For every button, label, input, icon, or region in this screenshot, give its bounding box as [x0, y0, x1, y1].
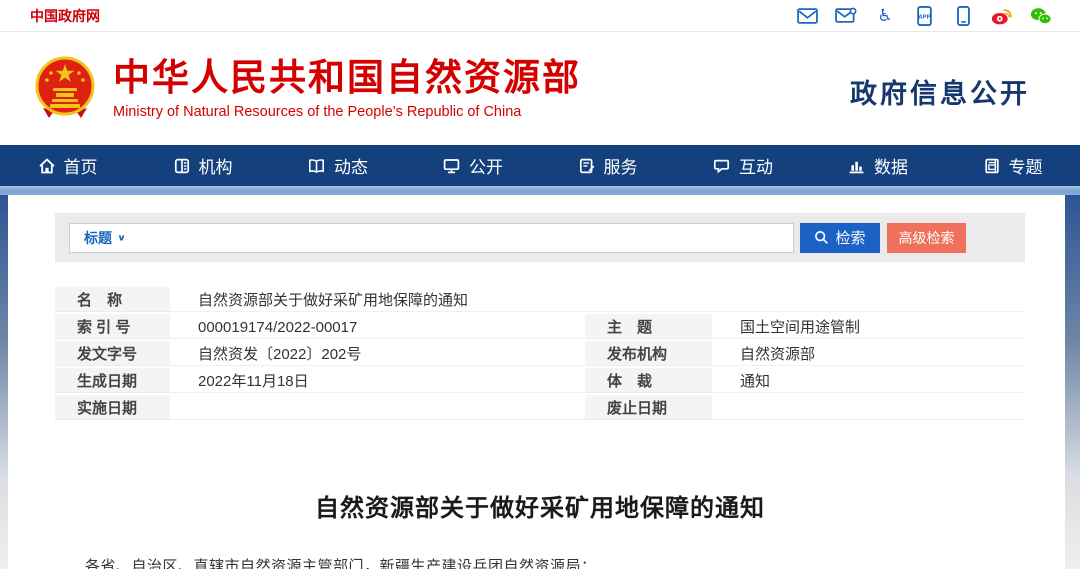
meta-value-created-date: 2022年11月18日 [170, 368, 585, 393]
topbar-icons: ♿ APP [796, 6, 1052, 26]
app-icon[interactable]: APP [913, 6, 935, 26]
nav-item-organization[interactable]: 机构 [135, 145, 270, 186]
meta-value-index: 000019174/2022-00017 [170, 314, 585, 339]
national-emblem-icon [33, 56, 97, 122]
meta-label-subject: 主 题 [585, 314, 712, 339]
nav-label: 公开 [469, 153, 503, 178]
nav-item-home[interactable]: 首页 [0, 145, 135, 186]
mail-subscribe-icon[interactable] [835, 6, 857, 26]
nav-label: 数据 [874, 153, 908, 178]
nav-bottom-strip [0, 186, 1080, 195]
china-gov-link[interactable]: 中国政府网 [30, 6, 100, 26]
svg-text:APP: APP [918, 14, 930, 20]
article-title: 自然资源部关于做好采矿用地保障的通知 [55, 488, 1025, 523]
search-button-label: 检索 [835, 227, 865, 248]
advanced-search-button[interactable]: 高级检索 [887, 223, 966, 253]
search-box: 标题 ∨ [69, 223, 794, 253]
primary-nav: 首页 机构 动态 公开 服务 互动 数据 专题 [0, 145, 1080, 186]
site-subtitle: Ministry of Natural Resources of the Peo… [113, 104, 581, 120]
mobile-icon[interactable] [952, 6, 974, 26]
meta-label-docnumber: 发文字号 [55, 341, 170, 366]
table-row: 索 引 号 000019174/2022-00017 主 题 国土空间用途管制 [55, 314, 1025, 341]
top-utility-bar: 中国政府网 ♿ APP [0, 0, 1080, 32]
meta-value-issuer: 自然资源部 [712, 341, 1025, 366]
nav-label: 首页 [64, 153, 98, 178]
site-title: 中华人民共和国自然资源部 [113, 57, 581, 100]
nav-label: 互动 [739, 153, 773, 178]
advanced-search-label: 高级检索 [899, 228, 955, 248]
home-icon [38, 157, 56, 175]
table-row: 发文字号 自然资发〔2022〕202号 发布机构 自然资源部 [55, 341, 1025, 368]
news-icon [307, 157, 326, 175]
weibo-icon[interactable] [991, 6, 1013, 26]
nav-label: 服务 [604, 153, 638, 178]
nav-item-disclosure[interactable]: 公开 [405, 145, 540, 186]
meta-value-docnumber: 自然资发〔2022〕202号 [170, 341, 585, 366]
meta-label-created-date: 生成日期 [55, 368, 170, 393]
nav-label: 机构 [199, 153, 233, 178]
table-row: 生成日期 2022年11月18日 体 裁 通知 [55, 368, 1025, 395]
meta-label-effective-date: 实施日期 [55, 395, 170, 420]
nav-item-news[interactable]: 动态 [270, 145, 405, 186]
gov-info-disclosure-title: 政府信息公开 [850, 72, 1030, 111]
search-field-dropdown[interactable]: 标题 ∨ [70, 228, 136, 248]
search-panel: 标题 ∨ 检索 高级检索 [55, 213, 1025, 262]
nav-item-data[interactable]: 数据 [810, 145, 945, 186]
service-icon [578, 157, 596, 175]
search-button[interactable]: 检索 [800, 223, 880, 253]
meta-value-genre: 通知 [712, 368, 1025, 393]
table-row: 名 称 自然资源部关于做好采矿用地保障的通知 [55, 287, 1025, 314]
topics-icon [983, 157, 1001, 175]
mail-icon[interactable] [796, 6, 818, 26]
search-icon [814, 230, 829, 245]
chevron-down-icon: ∨ [117, 232, 126, 242]
accessibility-icon[interactable]: ♿ [874, 6, 896, 26]
nav-item-service[interactable]: 服务 [540, 145, 675, 186]
nav-label: 动态 [334, 153, 368, 178]
search-input[interactable] [136, 225, 793, 251]
interaction-icon [712, 157, 731, 175]
nav-item-interaction[interactable]: 互动 [675, 145, 810, 186]
brand: 中华人民共和国自然资源部 Ministry of Natural Resourc… [33, 56, 581, 122]
nav-item-topics[interactable]: 专题 [945, 145, 1080, 186]
meta-value-effective-date [170, 395, 585, 420]
meta-label-repeal-date: 废止日期 [585, 395, 712, 420]
data-icon [847, 157, 866, 175]
meta-value-repeal-date [712, 395, 1025, 420]
page: 中国政府网 ♿ APP [0, 0, 1080, 569]
organization-icon [173, 157, 191, 175]
brand-text: 中华人民共和国自然资源部 Ministry of Natural Resourc… [113, 57, 581, 120]
meta-label-issuer: 发布机构 [585, 341, 712, 366]
meta-label-name: 名 称 [55, 287, 170, 312]
meta-label-genre: 体 裁 [585, 368, 712, 393]
article-first-line: 各省、自治区、直辖市自然资源主管部门，新疆生产建设兵团自然资源局： [55, 555, 1025, 569]
search-field-label: 标题 [84, 228, 112, 248]
page-background: 标题 ∨ 检索 高级检索 名 称 自然资源部关于做好采矿用地保障的通知 [0, 195, 1080, 569]
doc-meta-table: 名 称 自然资源部关于做好采矿用地保障的通知 索 引 号 000019174/2… [55, 287, 1025, 422]
meta-value-subject: 国土空间用途管制 [712, 314, 1025, 339]
meta-value-name: 自然资源部关于做好采矿用地保障的通知 [170, 287, 1025, 312]
wechat-icon[interactable] [1030, 6, 1052, 26]
disclosure-icon [442, 157, 461, 175]
table-row: 实施日期 废止日期 [55, 395, 1025, 422]
masthead: 中华人民共和国自然资源部 Ministry of Natural Resourc… [0, 32, 1080, 145]
content-panel: 标题 ∨ 检索 高级检索 名 称 自然资源部关于做好采矿用地保障的通知 [8, 195, 1065, 569]
meta-label-index: 索 引 号 [55, 314, 170, 339]
nav-label: 专题 [1009, 153, 1043, 178]
